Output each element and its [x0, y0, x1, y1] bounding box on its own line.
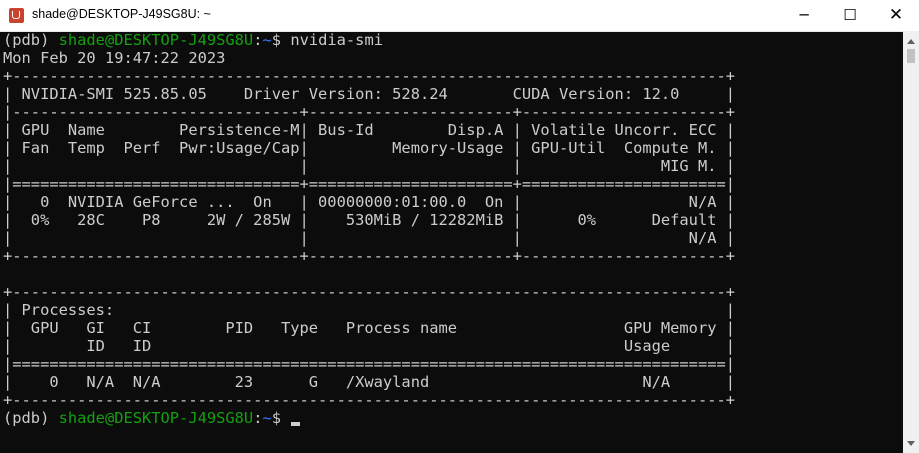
command-line: (pdb) shade@DESKTOP-J49SG8U:~$ nvidia-sm… — [3, 31, 735, 49]
output-line: | 0 N/A N/A 23 G /Xwayland N/A | — [3, 373, 736, 391]
output-line: |===============================+=======… — [3, 175, 736, 193]
title-bar[interactable]: shade@DESKTOP-J49SG8U: ~ ─ ☐ ✕ — [0, 0, 919, 32]
minimize-button[interactable]: ─ — [781, 0, 827, 31]
prompt-user-host: shade@DESKTOP-J49SG8U — [58, 409, 254, 427]
output-line: | NVIDIA-SMI 525.85.05 Driver Version: 5… — [3, 85, 736, 103]
output-line: | | | N/A | — [3, 229, 736, 247]
scroll-down-icon[interactable] — [907, 441, 915, 446]
prompt-env: (pdb) — [3, 409, 59, 427]
output-line: | 0% 28C P8 2W / 285W | 530MiB / 12282Mi… — [3, 211, 736, 229]
prompt-symbol: $ — [271, 409, 291, 427]
output-line: +-------------------------------+-------… — [3, 247, 736, 265]
text-cursor — [291, 422, 301, 426]
output-line: | GPU Name Persistence-M| Bus-Id Disp.A … — [3, 121, 736, 139]
output-line: | 0 NVIDIA GeForce ... On | 00000000:01:… — [3, 193, 736, 211]
terminal-content[interactable]: (pdb) shade@DESKTOP-J49SG8U:~$ nvidia-sm… — [0, 31, 903, 453]
prompt-user-host: shade@DESKTOP-J49SG8U — [58, 31, 254, 49]
prompt-symbol: $ — [271, 31, 291, 49]
output-line: +---------------------------------------… — [3, 67, 736, 85]
output-line: |-------------------------------+-------… — [3, 103, 736, 121]
prompt-line[interactable]: (pdb) shade@DESKTOP-J49SG8U:~$ — [3, 409, 735, 427]
close-button[interactable]: ✕ — [873, 0, 919, 31]
maximize-button[interactable]: ☐ — [827, 0, 873, 31]
prompt-env: (pdb) — [3, 31, 59, 49]
window-title: shade@DESKTOP-J49SG8U: ~ — [32, 7, 211, 21]
scroll-thumb[interactable] — [907, 49, 915, 63]
output-line: +---------------------------------------… — [3, 283, 736, 301]
output-line: | | | MIG M. | — [3, 157, 736, 175]
output-line: | Processes: | — [3, 301, 736, 319]
output-line: Mon Feb 20 19:47:22 2023 — [3, 49, 226, 67]
terminal-window: shade@DESKTOP-J49SG8U: ~ ─ ☐ ✕ (pdb) sha… — [0, 0, 919, 453]
prompt-path: ~ — [262, 409, 272, 427]
output-line: +---------------------------------------… — [3, 391, 736, 409]
terminal-app-icon[interactable] — [9, 8, 24, 23]
output-line: |=======================================… — [3, 355, 736, 373]
scroll-up-icon[interactable] — [907, 39, 915, 44]
vertical-scrollbar[interactable] — [903, 31, 919, 453]
output-line: | ID ID Usage | — [3, 337, 736, 355]
prompt-path: ~ — [262, 31, 272, 49]
output-line: | GPU GI CI PID Type Process name GPU Me… — [3, 319, 736, 337]
terminal-lines: (pdb) shade@DESKTOP-J49SG8U:~$ nvidia-sm… — [3, 31, 735, 427]
command-text: nvidia-smi — [290, 31, 383, 49]
output-line: | Fan Temp Perf Pwr:Usage/Cap| Memory-Us… — [3, 139, 736, 157]
